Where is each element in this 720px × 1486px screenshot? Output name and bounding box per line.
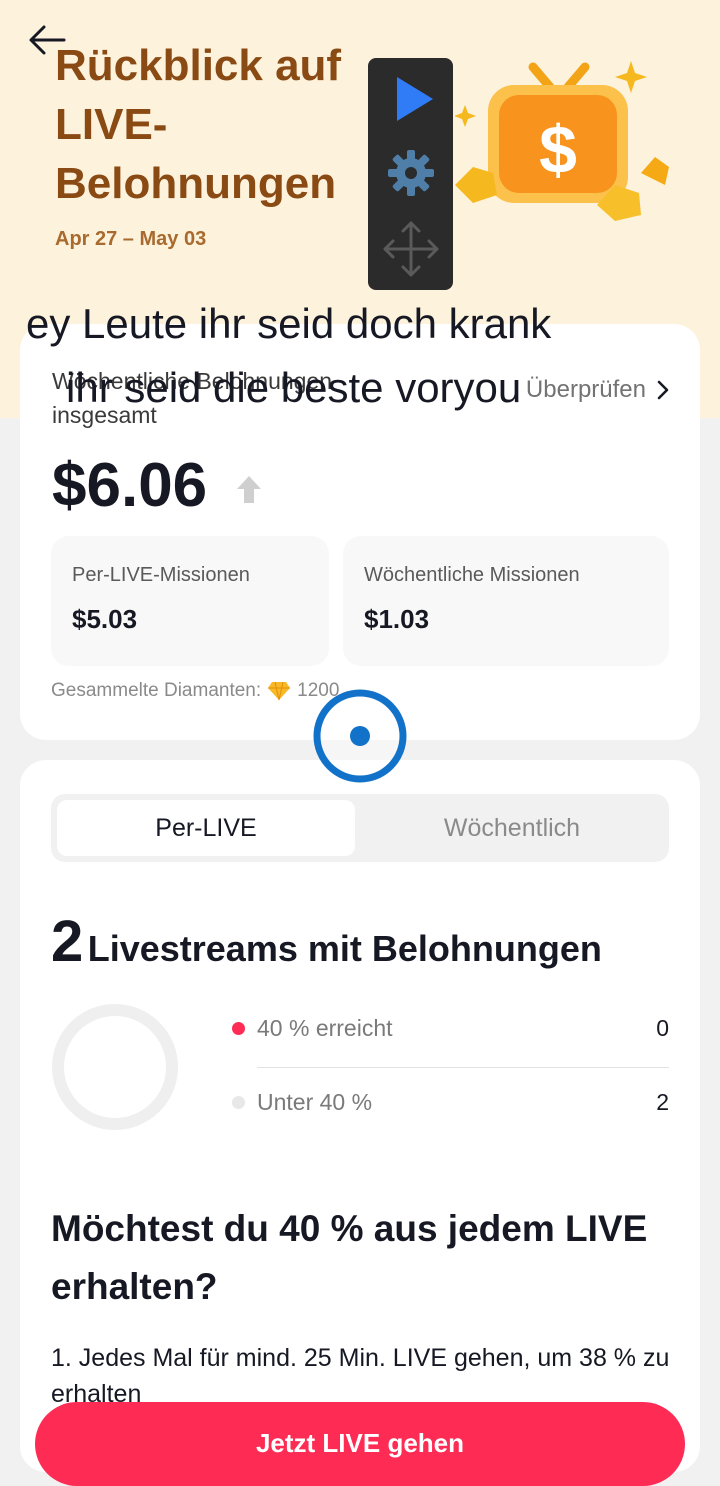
per-live-missions-value: $5.03 <box>72 604 138 634</box>
chevron-right-icon <box>657 380 669 400</box>
floating-toolbar <box>368 58 453 290</box>
per-live-missions-label: Per-LIVE-Missionen <box>72 564 250 586</box>
streams-count: 2 <box>51 909 84 974</box>
total-rewards-value: $6.06 <box>52 451 208 520</box>
legend-row-reached: 40 % erreicht 0 <box>232 1008 669 1048</box>
move-icon[interactable] <box>368 214 453 284</box>
tips-heading: Möchtest du 40 % aus jedem LIVE erhalten… <box>51 1208 648 1307</box>
arrow-up-icon <box>237 476 261 503</box>
tab-weekly[interactable]: Wöchentlich <box>361 800 663 856</box>
collected-diamonds: Gesammelte Diamanten: 1200 <box>51 680 339 702</box>
streams-heading: 2 Livestreams mit Belohnungen <box>51 908 602 975</box>
tab-per-live[interactable]: Per-LIVE <box>57 800 355 856</box>
legend-dot-under <box>232 1095 245 1109</box>
money-tv-illustration-icon: $ <box>455 61 669 221</box>
page-title: Rückblick auf LIVE-Belohnungen <box>55 41 342 208</box>
period-tabs: Per-LIVE Wöchentlich <box>51 794 669 862</box>
legend-value-reached: 0 <box>656 1014 669 1041</box>
gear-icon[interactable] <box>368 138 453 208</box>
overlay-caption-line-1: ey Leute ihr seid doch krank <box>26 300 552 347</box>
legend-dot-reached <box>232 1021 245 1035</box>
streams-label: Livestreams mit Belohnungen <box>87 928 602 969</box>
touch-indicator-icon <box>313 689 407 783</box>
svg-text:$: $ <box>539 112 577 188</box>
diamonds-label: Gesammelte Diamanten: <box>51 680 262 701</box>
weekly-missions-value: $1.03 <box>364 604 430 634</box>
check-link-label: Überprüfen <box>525 376 646 403</box>
legend-row-under: Unter 40 % 2 <box>232 1082 669 1122</box>
diamond-icon <box>268 681 291 701</box>
date-range: Apr 27 – May 03 <box>55 228 207 250</box>
legend-label-under: Unter 40 % <box>257 1088 373 1115</box>
go-live-button[interactable]: Jetzt LIVE gehen <box>35 1402 685 1486</box>
legend-value-under: 2 <box>656 1088 669 1115</box>
overlay-caption-line-2: ihr seid die beste voryou <box>66 364 522 411</box>
legend-label-reached: 40 % erreicht <box>257 1014 393 1041</box>
legend-divider <box>257 1067 669 1068</box>
check-link[interactable]: Überprüfen <box>526 376 670 404</box>
per-live-missions-box: Per-LIVE-Missionen $5.03 <box>51 536 329 666</box>
weekly-missions-label: Wöchentliche Missionen <box>364 564 580 586</box>
weekly-missions-box: Wöchentliche Missionen $1.03 <box>343 536 669 666</box>
livestream-rewards-card: Per-LIVE Wöchentlich 2 Livestreams mit B… <box>20 760 700 1472</box>
play-icon[interactable] <box>368 64 453 134</box>
streams-donut-chart <box>52 1004 178 1130</box>
